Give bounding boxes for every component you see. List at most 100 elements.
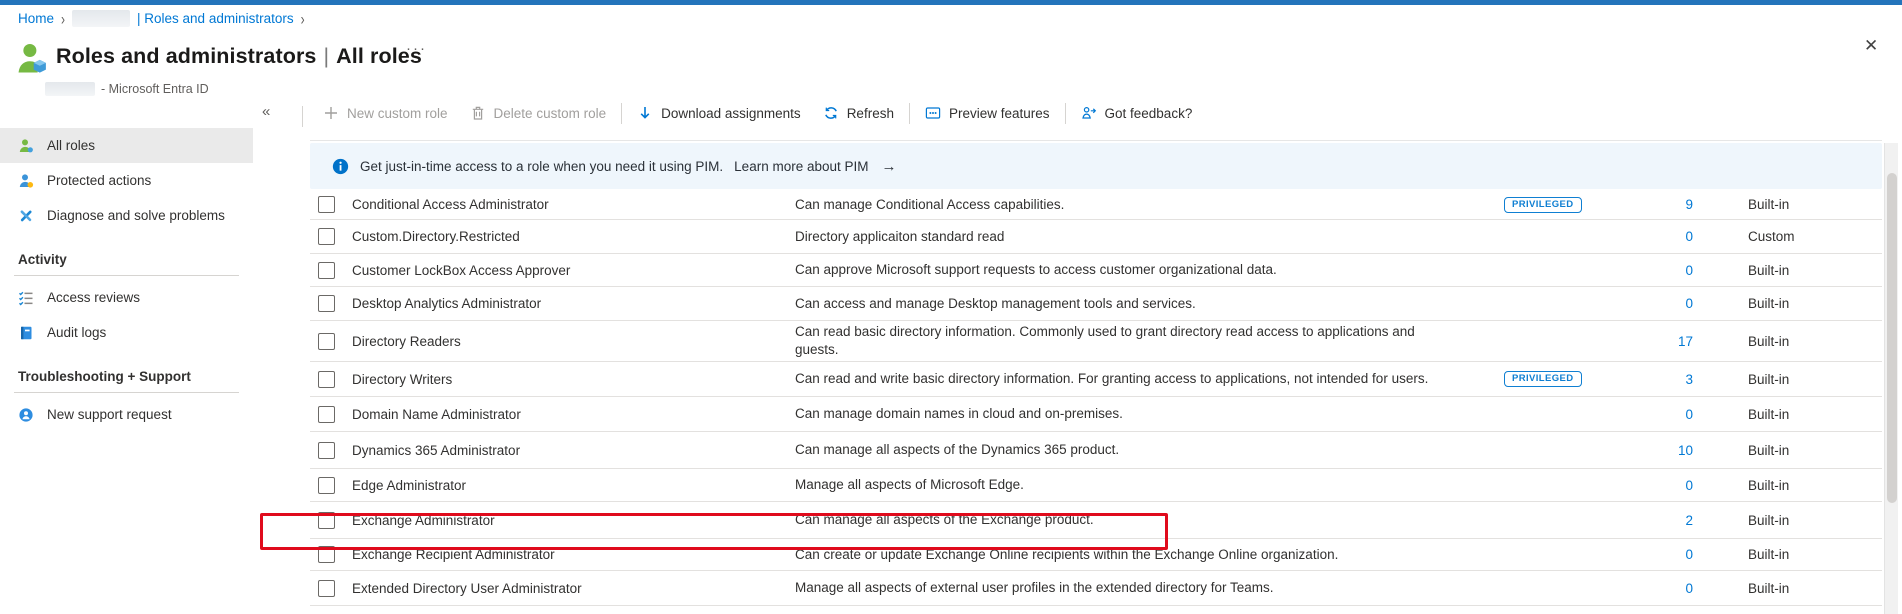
- sidebar-section-header: Troubleshooting + Support: [14, 363, 239, 393]
- row-checkbox[interactable]: [318, 228, 335, 245]
- table-row: Edge AdministratorManage all aspects of …: [310, 469, 1882, 502]
- sidebar-item-access-reviews[interactable]: Access reviews: [0, 280, 253, 315]
- delete-custom-role-button[interactable]: Delete custom role: [459, 105, 618, 121]
- role-description: Can manage Conditional Access capabiliti…: [795, 196, 1495, 214]
- privileged-badge: PRIVILEGED: [1504, 371, 1582, 387]
- download-assignments-button[interactable]: Download assignments: [626, 105, 812, 121]
- role-name[interactable]: Desktop Analytics Administrator: [352, 296, 795, 311]
- role-description: Can manage all aspects of the Dynamics 3…: [795, 441, 1495, 459]
- role-type: Built-in: [1699, 197, 1882, 212]
- breadcrumb-separator-icon: ›: [301, 9, 305, 29]
- role-description: Can manage domain names in cloud and on-…: [795, 405, 1495, 423]
- row-checkbox[interactable]: [318, 295, 335, 312]
- breadcrumb: Home › | Roles and administrators ›: [18, 10, 305, 27]
- assignments-count-link[interactable]: 0: [1685, 407, 1699, 422]
- assignments-count-link[interactable]: 3: [1685, 372, 1699, 387]
- role-name[interactable]: Conditional Access Administrator: [352, 197, 795, 212]
- blade-subtitle: - Microsoft Entra ID: [45, 82, 209, 96]
- breadcrumb-section-link[interactable]: | Roles and administrators: [137, 11, 294, 26]
- sidebar-item-diagnose-and-solve-problems[interactable]: Diagnose and solve problems: [0, 198, 253, 233]
- sidebar-nav: All roles Protected actions Diagnose and s…: [0, 128, 253, 432]
- role-name[interactable]: Directory Writers: [352, 372, 795, 387]
- assignments-count-link[interactable]: 10: [1678, 443, 1699, 458]
- role-name[interactable]: Exchange Recipient Administrator: [352, 547, 795, 562]
- row-checkbox[interactable]: [318, 406, 335, 423]
- breadcrumb-home-link[interactable]: Home: [18, 11, 54, 26]
- row-checkbox[interactable]: [318, 196, 335, 213]
- table-row: Dynamics 365 AdministratorCan manage all…: [310, 432, 1882, 469]
- role-name[interactable]: Extended Directory User Administrator: [352, 581, 795, 596]
- role-name[interactable]: Edge Administrator: [352, 478, 795, 493]
- table-row: Extended Directory User AdministratorMan…: [310, 571, 1882, 606]
- close-blade-icon[interactable]: ✕: [1864, 36, 1878, 56]
- pim-info-banner: Get just-in-time access to a role when y…: [310, 143, 1882, 189]
- audit-logs-icon: [18, 325, 34, 341]
- assignments-count-link[interactable]: 0: [1685, 581, 1699, 596]
- page-title-main: Roles and administrators: [56, 44, 316, 68]
- banner-message: Get just-in-time access to a role when y…: [360, 159, 723, 174]
- toolbar-button-label: Preview features: [949, 106, 1050, 121]
- row-checkbox[interactable]: [318, 546, 335, 563]
- row-checkbox[interactable]: [318, 333, 335, 350]
- row-checkbox[interactable]: [318, 477, 335, 494]
- sidebar-item-label: New support request: [47, 407, 172, 422]
- row-checkbox[interactable]: [318, 580, 335, 597]
- assignments-count-link[interactable]: 0: [1685, 229, 1699, 244]
- toolbar-button-label: Got feedback?: [1105, 106, 1193, 121]
- assignments-count-link[interactable]: 0: [1685, 478, 1699, 493]
- assignments-count-link[interactable]: 2: [1685, 513, 1699, 528]
- sidebar-item-label: Access reviews: [47, 290, 140, 305]
- role-name[interactable]: Dynamics 365 Administrator: [352, 443, 795, 458]
- sidebar-item-label: Audit logs: [47, 325, 106, 340]
- sidebar-item-audit-logs[interactable]: Audit logs: [0, 315, 253, 350]
- role-name[interactable]: Customer LockBox Access Approver: [352, 263, 795, 278]
- assignments-count-link[interactable]: 0: [1685, 296, 1699, 311]
- role-type: Built-in: [1699, 547, 1882, 562]
- row-checkbox[interactable]: [318, 442, 335, 459]
- support-icon: [18, 407, 34, 423]
- pim-learn-more-link[interactable]: Learn more about PIM: [734, 159, 868, 174]
- sidebar-collapse-icon[interactable]: «: [262, 103, 270, 120]
- toolbar-divider: [621, 103, 622, 124]
- role-description: Directory applicaiton standard read: [795, 228, 1495, 246]
- row-checkbox[interactable]: [318, 512, 335, 529]
- assignments-count-link[interactable]: 0: [1685, 547, 1699, 562]
- vertical-scrollbar[interactable]: [1884, 143, 1898, 614]
- role-type: Built-in: [1699, 263, 1882, 278]
- table-row: Custom.Directory.RestrictedDirectory app…: [310, 220, 1882, 254]
- download-icon: [637, 105, 653, 121]
- redacted-tenant-subtitle: [45, 82, 95, 96]
- row-checkbox[interactable]: [318, 262, 335, 279]
- role-description: Can manage all aspects of the Exchange p…: [795, 511, 1495, 529]
- assignments-count-link[interactable]: 0: [1685, 263, 1699, 278]
- breadcrumb-separator-icon: ›: [61, 9, 65, 29]
- role-name[interactable]: Custom.Directory.Restricted: [352, 229, 795, 244]
- role-description: Manage all aspects of Microsoft Edge.: [795, 476, 1495, 494]
- table-row: Exchange AdministratorCan manage all asp…: [310, 502, 1882, 539]
- more-options-button[interactable]: ···: [406, 40, 427, 57]
- sidebar-item-label: Protected actions: [47, 173, 151, 188]
- toolbar-button-label: Delete custom role: [494, 106, 607, 121]
- refresh-button[interactable]: Refresh: [812, 105, 905, 121]
- role-type: Built-in: [1699, 513, 1882, 528]
- role-name[interactable]: Directory Readers: [352, 334, 795, 349]
- scrollbar-thumb[interactable]: [1887, 173, 1897, 503]
- sidebar-item-all-roles[interactable]: All roles: [0, 128, 253, 163]
- access-reviews-icon: [18, 290, 34, 306]
- role-type: Built-in: [1699, 334, 1882, 349]
- assignments-count-link[interactable]: 17: [1678, 334, 1699, 349]
- preview-features-button[interactable]: Preview features: [914, 105, 1061, 121]
- got-feedback--button[interactable]: Got feedback?: [1070, 105, 1204, 121]
- role-type: Custom: [1699, 229, 1882, 244]
- assignments-count-link[interactable]: 9: [1685, 197, 1699, 212]
- role-name[interactable]: Domain Name Administrator: [352, 407, 795, 422]
- table-row: Directory WritersCan read and write basi…: [310, 362, 1882, 397]
- protected-actions-icon: [18, 173, 34, 189]
- sidebar-item-protected-actions[interactable]: Protected actions: [0, 163, 253, 198]
- row-checkbox[interactable]: [318, 371, 335, 388]
- role-name[interactable]: Exchange Administrator: [352, 513, 795, 528]
- sidebar-item-new-support-request[interactable]: New support request: [0, 397, 253, 432]
- role-description: Can access and manage Desktop management…: [795, 295, 1495, 313]
- role-description: Can approve Microsoft support requests t…: [795, 261, 1495, 279]
- new-custom-role-button[interactable]: New custom role: [312, 105, 459, 121]
